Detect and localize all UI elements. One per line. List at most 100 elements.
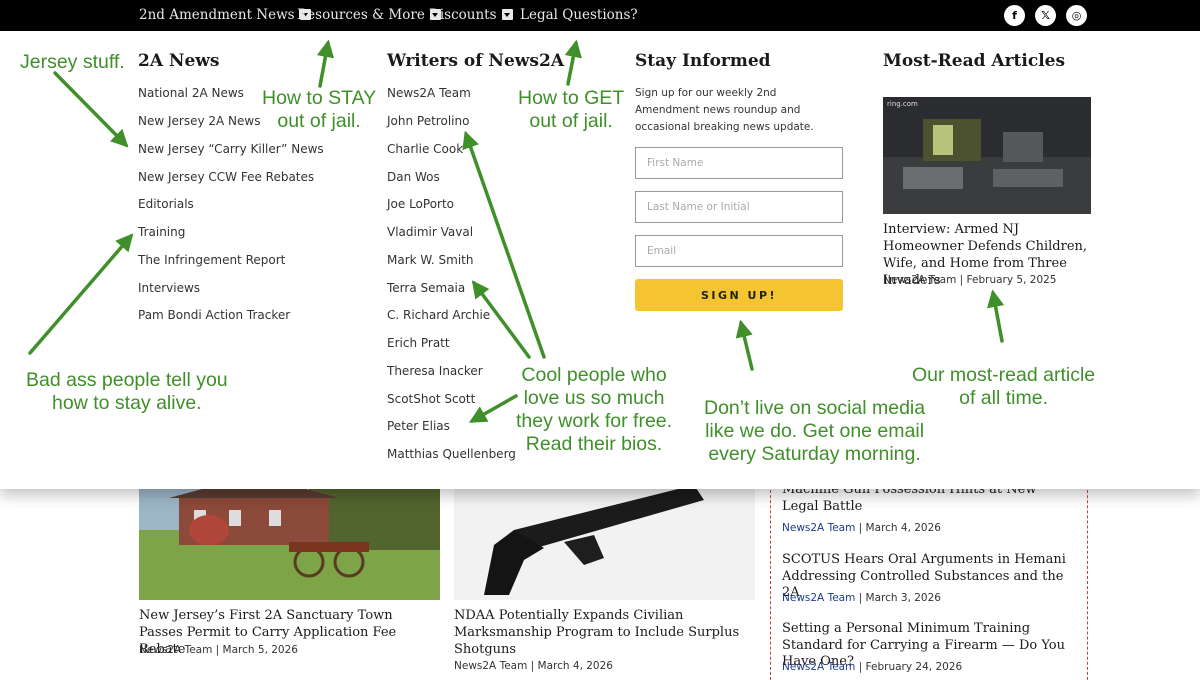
arrow-signup bbox=[735, 319, 754, 371]
post-title[interactable]: NDAA Potentially Expands Civilian Marksm… bbox=[454, 607, 744, 658]
nav-resources-more[interactable]: Resources & More bbox=[297, 0, 441, 31]
post-author[interactable]: News2A Team bbox=[782, 661, 855, 673]
post-author[interactable]: News2A Team bbox=[883, 274, 956, 286]
nav-discounts[interactable]: Discounts bbox=[429, 0, 513, 31]
instagram-icon[interactable]: ◎ bbox=[1066, 5, 1087, 26]
column-title-2a-news: 2A News bbox=[138, 51, 220, 71]
annotation-line: they work for free. bbox=[516, 410, 673, 432]
annotation-bad-ass-people: Bad ass people tell you how to stay aliv… bbox=[26, 369, 228, 415]
nav-legal-questions[interactable]: Legal Questions? bbox=[520, 0, 638, 31]
post-date: March 4, 2026 bbox=[537, 660, 613, 672]
menu-link-writer[interactable]: Joe LoPorto bbox=[387, 197, 454, 211]
menu-link-writer[interactable]: Peter Elias bbox=[387, 419, 450, 433]
post-author[interactable]: News2A Team bbox=[782, 522, 855, 534]
post-thumbnail-sanctuary-town[interactable] bbox=[139, 470, 440, 600]
sidebar-post-meta: News2A Team | March 3, 2026 bbox=[782, 592, 941, 604]
email-field[interactable] bbox=[635, 235, 843, 267]
menu-link-infringement-report[interactable]: The Infringement Report bbox=[138, 253, 285, 267]
annotation-cool-people: Cool people who love us so much they wor… bbox=[516, 364, 672, 456]
annotation-line: Jersey stuff. bbox=[20, 51, 125, 73]
menu-link-interviews[interactable]: Interviews bbox=[138, 281, 200, 295]
annotation-line: Read their bios. bbox=[525, 433, 663, 455]
annotation-line: Don’t live on social media bbox=[704, 397, 926, 419]
post-meta: News2A Team | March 4, 2026 bbox=[454, 660, 613, 672]
nav-label: Discounts bbox=[429, 7, 497, 23]
chevron-down-icon bbox=[501, 9, 513, 20]
arrow-bad-ass bbox=[28, 233, 134, 355]
post-author[interactable]: News2A Team bbox=[139, 644, 212, 656]
featured-article-meta: News2A Team | February 5, 2025 bbox=[883, 274, 1057, 286]
sign-up-button[interactable]: SIGN UP! bbox=[635, 279, 843, 311]
annotation-jersey: Jersey stuff. bbox=[20, 51, 125, 74]
post-author[interactable]: News2A Team bbox=[454, 660, 527, 672]
nav-label: Legal Questions? bbox=[520, 7, 638, 23]
post-date: March 3, 2026 bbox=[865, 592, 941, 604]
annotation-line: every Saturday morning. bbox=[708, 443, 921, 465]
menu-link-writer[interactable]: Erich Pratt bbox=[387, 336, 450, 350]
annotation-line: Bad ass people tell you bbox=[26, 369, 228, 391]
nav-label: Resources & More bbox=[297, 7, 425, 23]
annotation-line: love us so much bbox=[523, 387, 665, 409]
menu-link-writer[interactable]: C. Richard Archie bbox=[387, 308, 490, 322]
column-title-most-read: Most-Read Articles bbox=[883, 51, 1066, 71]
first-name-field[interactable] bbox=[635, 147, 843, 179]
newsletter-description: Sign up for our weekly 2nd Amendment new… bbox=[635, 87, 814, 133]
annotation-line: Cool people who bbox=[521, 364, 667, 386]
annotation-social-media: Don’t live on social media like we do. G… bbox=[704, 397, 925, 466]
featured-article-image[interactable]: ring.com bbox=[883, 97, 1091, 214]
post-thumbnail-shotgun[interactable] bbox=[454, 470, 755, 600]
annotation-most-read: Our most-read article of all time. bbox=[912, 364, 1095, 410]
annotation-line: like we do. Get one email bbox=[705, 420, 925, 442]
menu-link-writer[interactable]: Theresa Inacker bbox=[387, 364, 483, 378]
annotation-line: out of jail. bbox=[277, 110, 361, 132]
menu-link-writer[interactable]: John Petrolino bbox=[387, 114, 469, 128]
top-nav: 2nd Amendment News Resources & More Disc… bbox=[0, 0, 1200, 31]
post-author[interactable]: News2A Team bbox=[782, 592, 855, 604]
annotation-line: how to stay alive. bbox=[52, 392, 202, 414]
farmhouse-image bbox=[139, 470, 440, 600]
annotation-line: How to GET bbox=[518, 87, 625, 109]
menu-link-writer[interactable]: Dan Wos bbox=[387, 170, 440, 184]
menu-link-training[interactable]: Training bbox=[138, 225, 185, 239]
annotation-line: out of jail. bbox=[529, 110, 613, 132]
post-date: February 5, 2025 bbox=[966, 274, 1057, 286]
sidebar-post-meta: News2A Team | February 24, 2026 bbox=[782, 661, 963, 673]
arrow-writers-3 bbox=[468, 394, 518, 423]
menu-link-writer[interactable]: ScotShot Scott bbox=[387, 392, 475, 406]
menu-link-carry-killer-news[interactable]: New Jersey “Carry Killer” News bbox=[138, 142, 324, 156]
menu-link-new-jersey-2a-news[interactable]: New Jersey 2A News bbox=[138, 114, 260, 128]
arrow-jersey bbox=[53, 71, 129, 148]
menu-link-writer[interactable]: News2A Team bbox=[387, 86, 471, 100]
facebook-icon[interactable]: f bbox=[1004, 5, 1025, 26]
menu-link-ccw-fee-rebates[interactable]: New Jersey CCW Fee Rebates bbox=[138, 170, 314, 184]
mega-menu-dropdown: 2A News National 2A News New Jersey 2A N… bbox=[0, 31, 1200, 489]
arrow-stay-out bbox=[316, 39, 335, 88]
menu-link-writer[interactable]: Vladimir Vaval bbox=[387, 225, 473, 239]
annotation-line: How to STAY bbox=[262, 87, 377, 109]
image-caption: ring.com bbox=[887, 100, 918, 108]
column-title-stay-informed: Stay Informed bbox=[635, 51, 771, 71]
menu-link-writer[interactable]: Matthias Quellenberg bbox=[387, 447, 516, 461]
annotation-line: Our most-read article bbox=[912, 364, 1096, 386]
arrow-most-read bbox=[986, 289, 1005, 343]
shotgun-image bbox=[454, 470, 755, 600]
post-date: February 24, 2026 bbox=[865, 661, 963, 673]
arrow-writers-1 bbox=[462, 130, 546, 359]
annotation-get-out-of-jail: How to GET out of jail. bbox=[518, 87, 624, 133]
post-date: March 4, 2026 bbox=[865, 522, 941, 534]
nav-2nd-amendment-news[interactable]: 2nd Amendment News bbox=[139, 0, 311, 31]
sidebar-post-meta: News2A Team | March 4, 2026 bbox=[782, 522, 941, 534]
menu-link-writer[interactable]: Terra Semaia bbox=[387, 281, 465, 295]
x-twitter-icon[interactable]: 𝕏 bbox=[1035, 5, 1056, 26]
annotation-line: of all time. bbox=[959, 387, 1048, 409]
menu-link-writer[interactable]: Charlie Cook bbox=[387, 142, 463, 156]
menu-link-pam-bondi-tracker[interactable]: Pam Bondi Action Tracker bbox=[138, 308, 290, 322]
last-name-field[interactable] bbox=[635, 191, 843, 223]
nav-label: 2nd Amendment News bbox=[139, 7, 295, 23]
security-camera-image: ring.com bbox=[883, 97, 1091, 214]
post-date: March 5, 2026 bbox=[222, 644, 298, 656]
menu-link-writer[interactable]: Mark W. Smith bbox=[387, 253, 473, 267]
menu-link-national-2a-news[interactable]: National 2A News bbox=[138, 86, 244, 100]
column-title-writers: Writers of News2A bbox=[387, 51, 565, 71]
menu-link-editorials[interactable]: Editorials bbox=[138, 197, 194, 211]
